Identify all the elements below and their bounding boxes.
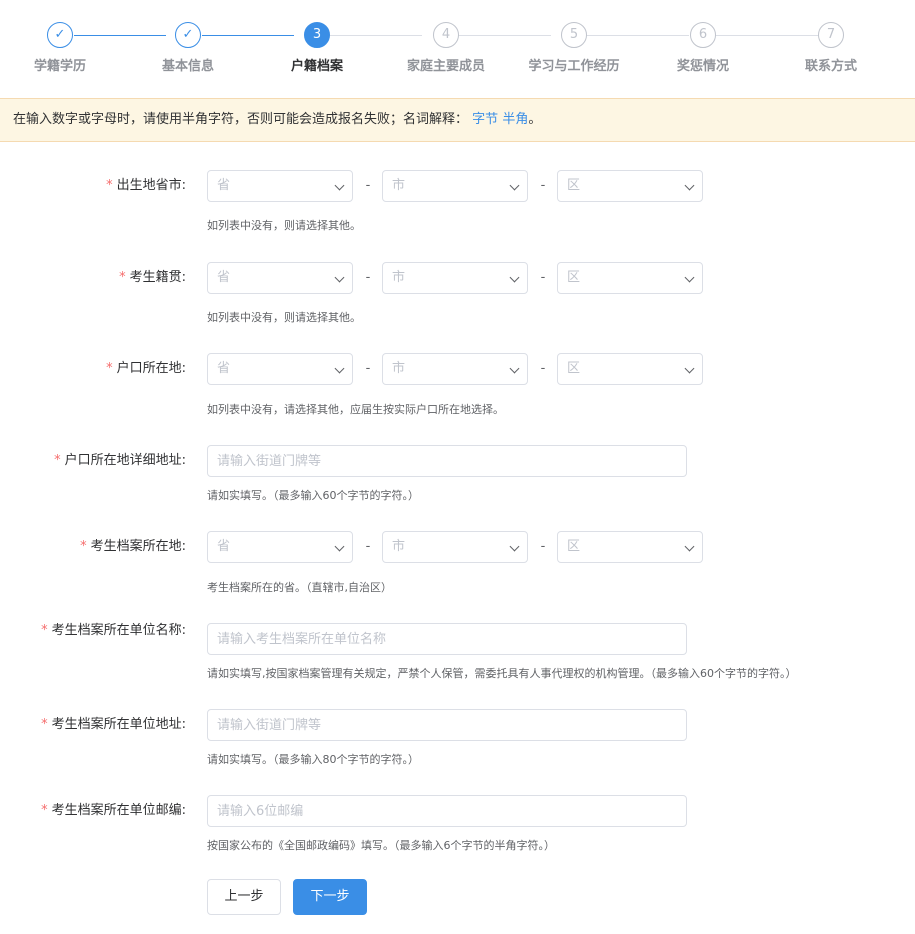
step-number: 6 — [690, 22, 716, 48]
step-title: 家庭主要成员 — [406, 59, 485, 74]
district-select[interactable]: 区 — [557, 531, 703, 563]
chevron-down-icon — [684, 541, 695, 552]
separator: - — [540, 539, 546, 554]
separator: - — [540, 270, 546, 285]
step-title: 学籍学历 — [33, 59, 86, 74]
archive-unit-address-input[interactable] — [207, 709, 687, 741]
prev-button[interactable]: 上一步 — [207, 879, 281, 915]
step-connector — [74, 35, 166, 36]
step-indicator: ✓ 学籍学历 ✓ 基本信息 3 户籍档案 4 家庭主要成员 5 学习与工作经历 … — [0, 0, 915, 90]
step-number: 5 — [561, 22, 587, 48]
hukou-address-input[interactable] — [207, 445, 687, 477]
city-select[interactable]: 市 — [382, 262, 528, 294]
step-title: 奖惩情况 — [676, 59, 729, 74]
required-mark: * — [41, 623, 48, 638]
required-mark: * — [80, 539, 87, 554]
field-label: * 出生地省市: — [106, 178, 186, 193]
field-hint: 请如实填写。（最多输入60个字节的字符。） — [207, 489, 419, 502]
field-hint: 按国家公布的《全国邮政编码》填写。（最多输入6个字节的半角字符。） — [207, 839, 555, 852]
separator: - — [365, 539, 371, 554]
check-icon: ✓ — [175, 22, 201, 48]
step-number: 7 — [818, 22, 844, 48]
district-select[interactable]: 区 — [557, 262, 703, 294]
field-hint: 如列表中没有，则请选择其他。 — [207, 311, 361, 324]
field-label: * 考生档案所在单位邮编: — [41, 803, 186, 818]
field-label: * 考生档案所在单位地址: — [41, 717, 186, 732]
separator: - — [540, 178, 546, 193]
field-hint: 考生档案所在的省。（直辖市,自治区） — [207, 581, 392, 594]
step-connector — [330, 35, 422, 36]
notice-bar: 在输入数字或字母时，请使用半角字符，否则可能会造成报名失败；名词解释： 字节 半… — [0, 98, 915, 142]
required-mark: * — [119, 270, 126, 285]
field-hint: 如列表中没有，请选择其他，应届生按实际户口所在地选择。 — [207, 403, 504, 416]
step-title: 联系方式 — [804, 59, 857, 74]
chevron-down-icon — [684, 180, 695, 191]
province-select[interactable]: 省 — [207, 262, 353, 294]
check-icon: ✓ — [47, 22, 73, 48]
province-select[interactable]: 省 — [207, 353, 353, 385]
step-connector — [459, 35, 551, 36]
field-label: * 考生档案所在单位名称: — [41, 623, 186, 638]
field-label: * 考生籍贯: — [119, 270, 186, 285]
chevron-down-icon — [334, 272, 345, 283]
city-select[interactable]: 市 — [382, 353, 528, 385]
step-number: 4 — [433, 22, 459, 48]
separator: - — [540, 361, 546, 376]
city-select[interactable]: 市 — [382, 170, 528, 202]
step-number: 3 — [304, 22, 330, 48]
link-byte[interactable]: 字节 — [472, 112, 498, 127]
required-mark: * — [106, 178, 113, 193]
district-select[interactable]: 区 — [557, 353, 703, 385]
field-label: * 考生档案所在地: — [80, 539, 186, 554]
chevron-down-icon — [509, 363, 520, 374]
separator: - — [365, 361, 371, 376]
chevron-down-icon — [509, 272, 520, 283]
required-mark: * — [41, 717, 48, 732]
archive-unit-zip-input[interactable] — [207, 795, 687, 827]
field-hint: 如列表中没有，则请选择其他。 — [207, 219, 361, 232]
archive-unit-name-input[interactable] — [207, 623, 687, 655]
step-title: 户籍档案 — [290, 59, 343, 74]
chevron-down-icon — [509, 180, 520, 191]
step-connector — [587, 35, 689, 36]
chevron-down-icon — [334, 180, 345, 191]
field-hint: 请如实填写。（最多输入80个字节的字符。） — [207, 753, 419, 766]
step-title: 基本信息 — [161, 59, 214, 74]
next-button[interactable]: 下一步 — [293, 879, 367, 915]
step-connector — [202, 35, 294, 36]
step-connector — [716, 35, 818, 36]
notice-text: 在输入数字或字母时，请使用半角字符，否则可能会造成报名失败；名词解释： — [13, 112, 469, 127]
required-mark: * — [54, 453, 61, 468]
chevron-down-icon — [334, 541, 345, 552]
separator: - — [365, 270, 371, 285]
chevron-down-icon — [684, 272, 695, 283]
province-select[interactable]: 省 — [207, 170, 353, 202]
chevron-down-icon — [334, 363, 345, 374]
required-mark: * — [106, 361, 113, 376]
notice-end: 。 — [528, 112, 542, 127]
province-select[interactable]: 省 — [207, 531, 353, 563]
link-half-width[interactable]: 半角 — [502, 112, 528, 127]
field-label: * 户口所在地: — [106, 361, 186, 376]
required-mark: * — [41, 803, 48, 818]
city-select[interactable]: 市 — [382, 531, 528, 563]
district-select[interactable]: 区 — [557, 170, 703, 202]
step-title: 学习与工作经历 — [528, 59, 620, 74]
separator: - — [365, 178, 371, 193]
field-label: * 户口所在地详细地址: — [54, 453, 186, 468]
chevron-down-icon — [509, 541, 520, 552]
chevron-down-icon — [684, 363, 695, 374]
field-hint: 请如实填写,按国家档案管理有关规定，严禁个人保管，需委托具有人事代理权的机构管理… — [207, 667, 797, 680]
